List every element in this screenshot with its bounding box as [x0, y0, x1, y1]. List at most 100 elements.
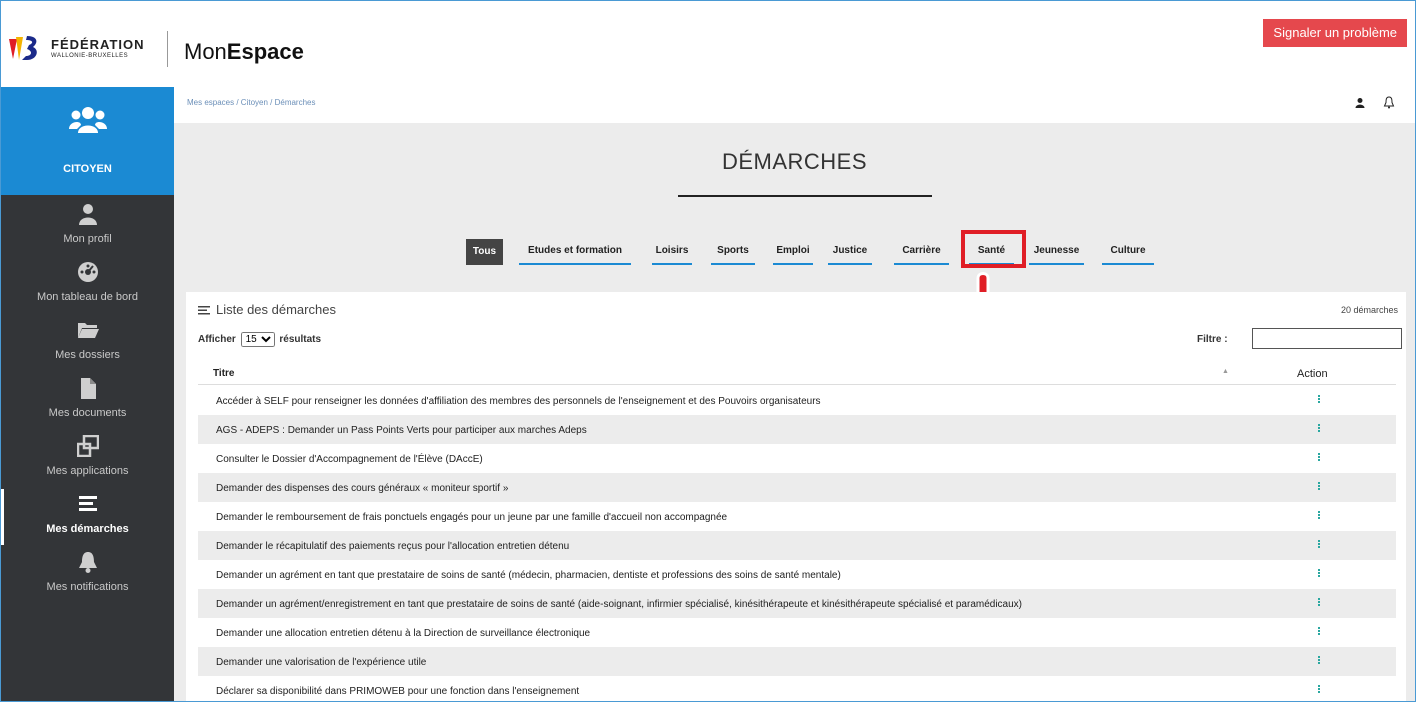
sidebar-item-label: Mon profil — [63, 233, 112, 245]
row-title[interactable]: Demander une valorisation de l'expérienc… — [216, 657, 426, 668]
tab-emploi[interactable]: Emploi — [773, 239, 813, 265]
user-icon — [79, 204, 97, 225]
report-problem-button[interactable]: Signaler un problème — [1263, 19, 1407, 47]
folder-icon — [78, 323, 99, 338]
logo-text: FÉDÉRATION WALLONIE-BRUXELLES — [51, 38, 145, 59]
show-suffix: résultats — [279, 334, 322, 345]
row-title[interactable]: AGS - ADEPS : Demander un Pass Points Ve… — [216, 425, 587, 436]
app-title-regular: Mon — [184, 39, 227, 64]
row-title[interactable]: Demander une allocation entretien détenu… — [216, 628, 590, 639]
sidebar-item-label: Mes démarches — [46, 523, 129, 535]
tab-carriere[interactable]: Carrière — [894, 239, 949, 265]
row-action-menu-icon[interactable] — [1314, 452, 1324, 464]
top-header: FÉDÉRATION WALLONIE-BRUXELLES MonEspace … — [1, 1, 1415, 87]
sidebar-item-mes-applications[interactable]: Mes applications — [1, 431, 174, 487]
tab-loisirs[interactable]: Loisirs — [652, 239, 692, 265]
sidebar-item-label: Mes applications — [46, 465, 129, 477]
row-title[interactable]: Demander des dispenses des cours générau… — [216, 483, 508, 494]
sidebar-top-label: CITOYEN — [63, 163, 112, 175]
page-size-select[interactable]: 15 — [240, 332, 275, 347]
logo-divider — [167, 31, 168, 67]
demarches-table-body: Accéder à SELF pour renseigner les donné… — [198, 386, 1396, 701]
sidebar-item-mon-profil[interactable]: Mon profil — [1, 199, 174, 255]
row-title[interactable]: Déclarer sa disponibilité dans PRIMOWEB … — [216, 686, 579, 697]
show-prefix: Afficher — [198, 334, 236, 345]
demarches-list-card: Liste des démarches 20 démarches Affiche… — [186, 292, 1406, 701]
row-action-menu-icon[interactable] — [1314, 597, 1324, 609]
list-icon — [198, 306, 210, 315]
row-action-menu-icon[interactable] — [1314, 394, 1324, 406]
category-tabs: Tous Etudes et formation Loisirs Sports … — [174, 239, 1415, 265]
column-header-titre[interactable]: Titre — [213, 368, 235, 379]
row-title[interactable]: Demander un agrément/enregistrement en t… — [216, 599, 1022, 610]
notification-bell-icon[interactable] — [1383, 96, 1395, 109]
tab-etudes-et-formation[interactable]: Etudes et formation — [519, 239, 631, 265]
sidebar-item-mes-documents[interactable]: Mes documents — [1, 373, 174, 429]
table-row[interactable]: Consulter le Dossier d'Accompagnement de… — [198, 444, 1396, 473]
table-row[interactable]: Demander une allocation entretien détenu… — [198, 618, 1396, 647]
table-row[interactable]: Demander le remboursement de frais ponct… — [198, 502, 1396, 531]
sidebar-item-label: Mes documents — [48, 407, 127, 419]
table-row[interactable]: Demander le récapitulatif des paiements … — [198, 531, 1396, 560]
app-window: FÉDÉRATION WALLONIE-BRUXELLES MonEspace … — [0, 0, 1416, 702]
tab-culture[interactable]: Culture — [1102, 239, 1154, 265]
tab-tous[interactable]: Tous — [466, 239, 503, 265]
filter-input[interactable] — [1252, 328, 1402, 349]
tab-jeunesse[interactable]: Jeunesse — [1029, 239, 1084, 265]
header-divider — [198, 384, 1396, 385]
sidebar-item-mes-dossiers[interactable]: Mes dossiers — [1, 315, 174, 371]
dashboard-icon — [78, 262, 98, 282]
breadcrumb[interactable]: Mes espaces / Citoyen / Démarches — [187, 98, 316, 107]
sidebar-item-label: Mes dossiers — [55, 349, 120, 361]
list-icon — [79, 496, 97, 511]
applications-icon — [77, 435, 99, 457]
sort-indicator-icon[interactable]: ▲ — [1222, 368, 1229, 375]
sidebar-item-mes-demarches[interactable]: Mes démarches — [1, 489, 174, 545]
row-title[interactable]: Demander un agrément en tant que prestat… — [216, 570, 841, 581]
sante-tab-highlight — [961, 230, 1026, 268]
row-action-menu-icon[interactable] — [1314, 510, 1324, 522]
document-icon — [81, 378, 96, 399]
table-row[interactable]: AGS - ADEPS : Demander un Pass Points Ve… — [198, 415, 1396, 444]
sidebar-section-citoyen[interactable]: CITOYEN — [1, 87, 174, 195]
demarches-count: 20 démarches — [1340, 305, 1398, 315]
row-title[interactable]: Accéder à SELF pour renseigner les donné… — [216, 396, 821, 407]
row-action-menu-icon[interactable] — [1314, 626, 1324, 638]
column-header-action: Action — [1297, 368, 1328, 380]
table-row[interactable]: Déclarer sa disponibilité dans PRIMOWEB … — [198, 676, 1396, 701]
logo-line2: WALLONIE-BRUXELLES — [51, 52, 129, 59]
sidebar: CITOYEN Mon profil Mon tableau de bord M… — [1, 87, 174, 701]
row-title[interactable]: Demander le récapitulatif des paiements … — [216, 541, 569, 552]
users-icon — [69, 107, 107, 133]
row-action-menu-icon[interactable] — [1314, 539, 1324, 551]
table-row[interactable]: Demander des dispenses des cours générau… — [198, 473, 1396, 502]
logo-line1: FÉDÉRATION — [51, 36, 145, 52]
bell-icon — [79, 552, 97, 573]
app-title: MonEspace — [184, 39, 304, 65]
app-title-bold: Espace — [226, 39, 304, 64]
sidebar-item-label: Mon tableau de bord — [37, 291, 138, 303]
main-content: Mes espaces / Citoyen / Démarches DÉMARC… — [174, 87, 1415, 701]
list-title: Liste des démarches — [198, 302, 336, 317]
table-row[interactable]: Demander un agrément en tant que prestat… — [198, 560, 1396, 589]
page-title: DÉMARCHES — [721, 149, 868, 174]
table-row[interactable]: Accéder à SELF pour renseigner les donné… — [198, 386, 1396, 415]
user-menu-icon[interactable] — [1354, 97, 1366, 109]
table-row[interactable]: Demander une valorisation de l'expérienc… — [198, 647, 1396, 676]
federation-logo[interactable]: FÉDÉRATION WALLONIE-BRUXELLES — [7, 33, 145, 63]
table-row[interactable]: Demander un agrément/enregistrement en t… — [198, 589, 1396, 618]
tab-sports[interactable]: Sports — [711, 239, 755, 265]
row-action-menu-icon[interactable] — [1314, 423, 1324, 435]
tab-justice[interactable]: Justice — [828, 239, 872, 265]
title-underline — [678, 195, 932, 197]
row-action-menu-icon[interactable] — [1314, 481, 1324, 493]
page-size-control: Afficher 15 résultats — [198, 332, 321, 347]
sidebar-item-mes-notifications[interactable]: Mes notifications — [1, 547, 174, 603]
row-action-menu-icon[interactable] — [1314, 655, 1324, 667]
sidebar-item-tableau-de-bord[interactable]: Mon tableau de bord — [1, 257, 174, 313]
breadcrumb-bar: Mes espaces / Citoyen / Démarches — [174, 87, 1415, 123]
row-action-menu-icon[interactable] — [1314, 684, 1324, 696]
row-action-menu-icon[interactable] — [1314, 568, 1324, 580]
row-title[interactable]: Demander le remboursement de frais ponct… — [216, 512, 727, 523]
row-title[interactable]: Consulter le Dossier d'Accompagnement de… — [216, 454, 483, 465]
